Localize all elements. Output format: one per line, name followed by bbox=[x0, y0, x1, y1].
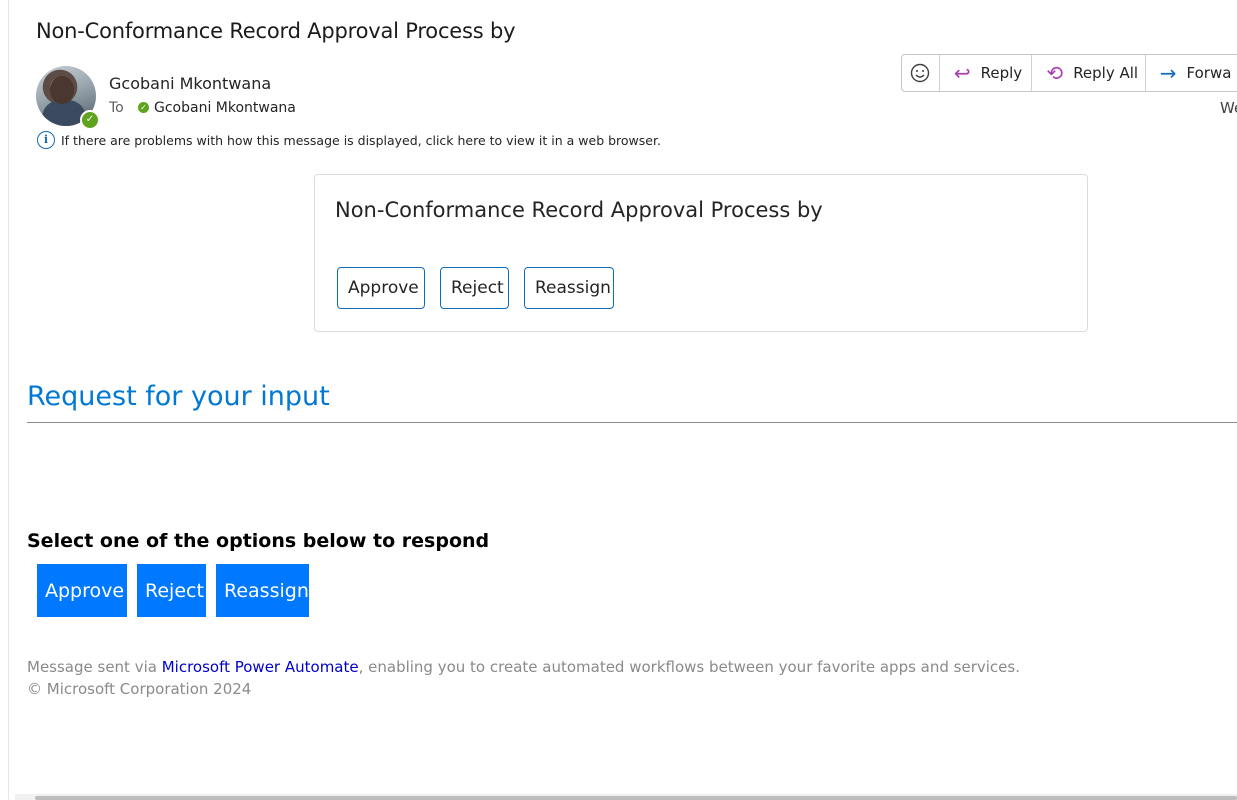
horizontal-scrollbar[interactable] bbox=[15, 794, 1237, 800]
reply-arrow-icon: ↩ bbox=[953, 61, 971, 85]
forward-arrow-icon: → bbox=[1159, 61, 1177, 85]
footer-suffix: , enabling you to create automated workf… bbox=[358, 658, 1020, 676]
copyright: © Microsoft Corporation 2024 bbox=[27, 680, 252, 698]
sender-name[interactable]: Gcobani Mkontwana bbox=[109, 74, 271, 93]
reply-all-button[interactable]: ⟲ Reply All bbox=[1032, 55, 1146, 91]
card-title: Non-Conformance Record Approval Process … bbox=[335, 198, 823, 222]
received-date: We bbox=[1220, 99, 1237, 117]
reply-label: Reply bbox=[980, 64, 1023, 82]
forward-label: Forwa bbox=[1186, 64, 1232, 82]
footer: Message sent via Microsoft Power Automat… bbox=[27, 656, 1020, 700]
email-subject: Non-Conformance Record Approval Process … bbox=[36, 19, 516, 43]
message-actions-toolbar: ↩ Reply ⟲ Reply All → Forwa bbox=[901, 54, 1237, 92]
card-reassign-button[interactable]: Reassign bbox=[524, 267, 614, 309]
view-in-browser-link[interactable]: If there are problems with how this mess… bbox=[61, 133, 661, 148]
respond-instruction: Select one of the options below to respo… bbox=[27, 530, 490, 552]
reply-all-label: Reply All bbox=[1073, 64, 1139, 82]
recipient-name[interactable]: Gcobani Mkontwana bbox=[154, 100, 296, 116]
heading-divider bbox=[27, 422, 1237, 423]
avatar-head bbox=[50, 76, 74, 104]
scrollbar-thumb[interactable] bbox=[35, 796, 1237, 800]
forward-button[interactable]: → Forwa bbox=[1146, 55, 1237, 91]
card-reject-button[interactable]: Reject bbox=[440, 267, 509, 309]
card-approve-button[interactable]: Approve bbox=[337, 267, 425, 309]
footer-line: Message sent via Microsoft Power Automat… bbox=[27, 656, 1020, 678]
reject-button[interactable]: Reject bbox=[137, 564, 206, 617]
approve-button[interactable]: Approve bbox=[37, 564, 127, 617]
recipient-presence-icon: ✓ bbox=[138, 102, 149, 113]
reply-button[interactable]: ↩ Reply bbox=[940, 55, 1033, 91]
power-automate-link[interactable]: Microsoft Power Automate bbox=[162, 658, 359, 676]
info-icon: i bbox=[37, 131, 55, 149]
reassign-button[interactable]: Reassign bbox=[216, 564, 309, 617]
presence-available-icon: ✓ bbox=[80, 110, 100, 130]
request-heading: Request for your input bbox=[27, 381, 330, 412]
actionable-message-card: Non-Conformance Record Approval Process … bbox=[314, 174, 1088, 332]
reply-all-arrow-icon: ⟲ bbox=[1046, 61, 1064, 85]
react-button[interactable] bbox=[902, 55, 940, 91]
smiley-icon bbox=[911, 63, 930, 83]
to-label: To bbox=[109, 100, 124, 116]
left-divider bbox=[8, 0, 9, 800]
footer-prefix: Message sent via bbox=[27, 658, 162, 676]
